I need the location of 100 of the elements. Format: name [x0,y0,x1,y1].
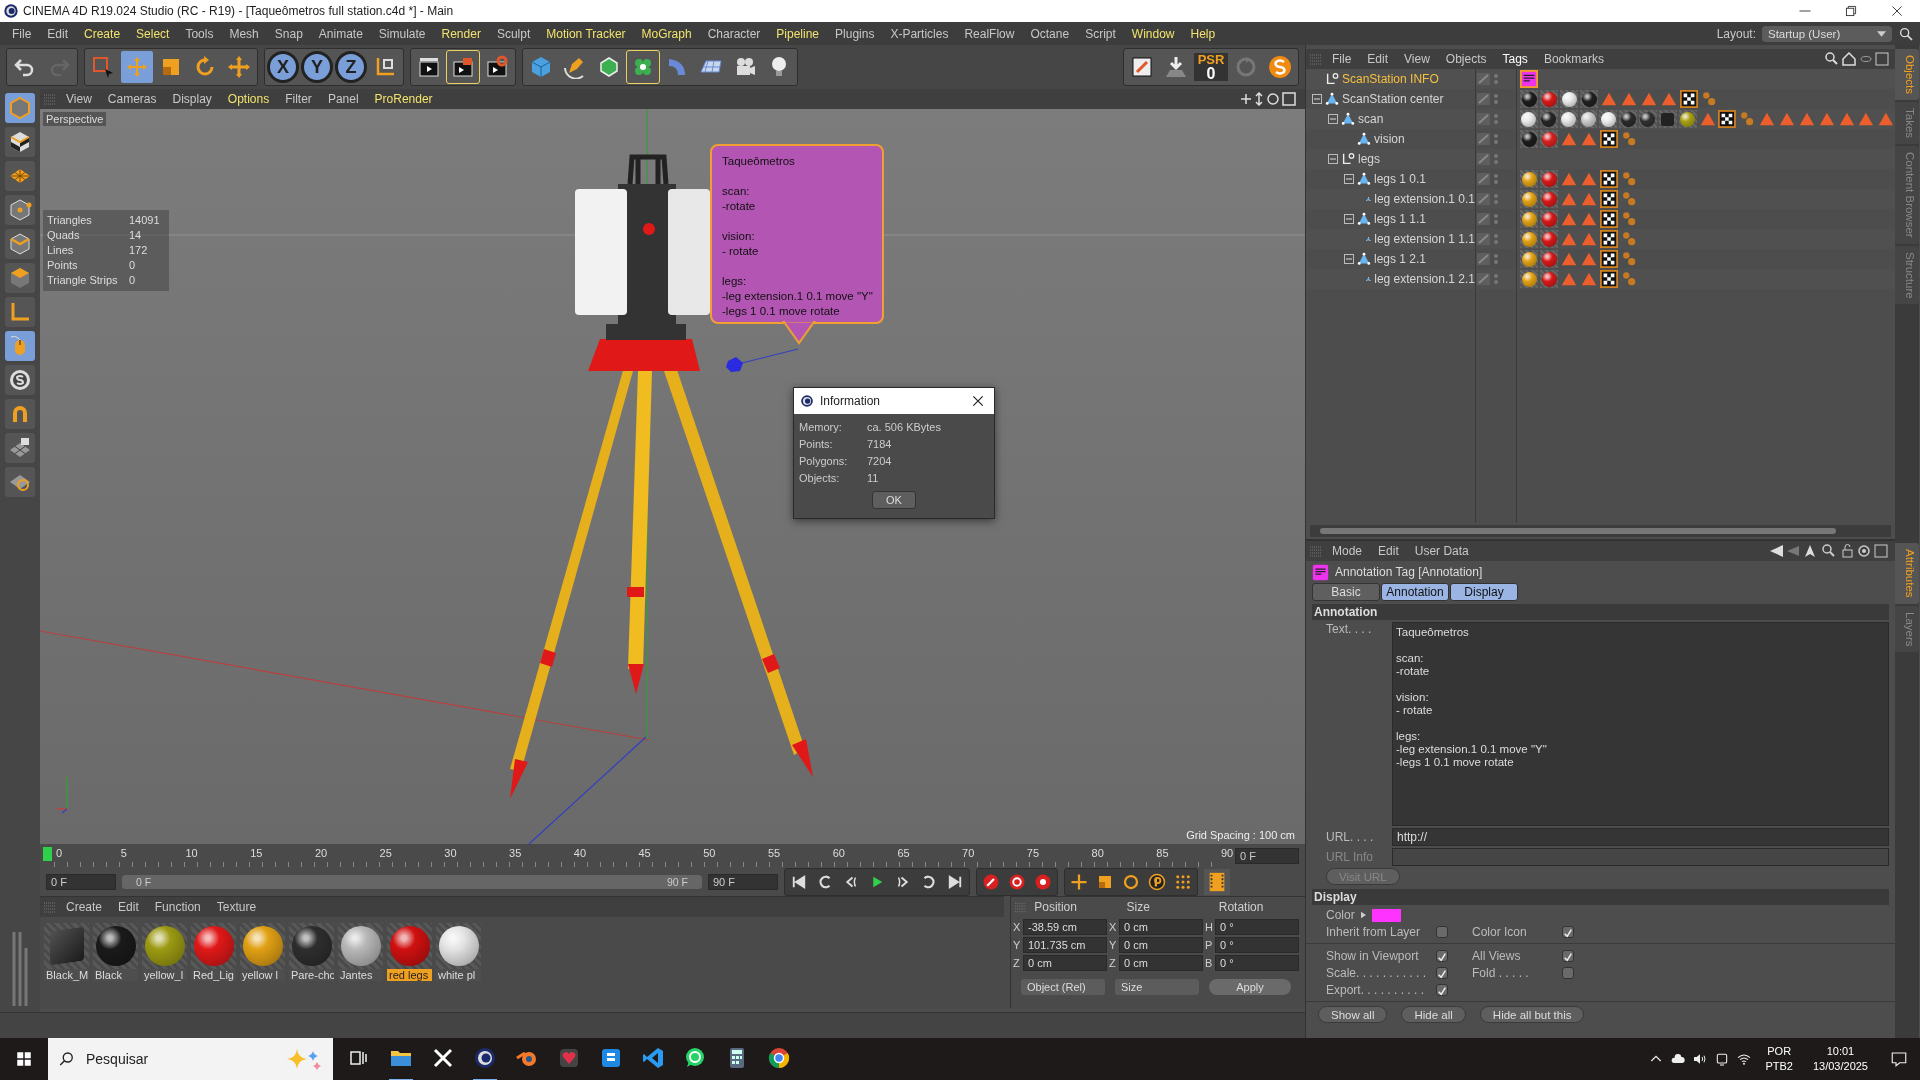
uvw-tag-icon[interactable] [1600,130,1618,148]
checkbox[interactable] [1436,950,1448,962]
attribute-tab[interactable]: Annotation [1381,583,1449,601]
uvw-tag-icon[interactable] [1600,210,1618,228]
position-field[interactable]: -38.59 cm [1023,919,1107,935]
selection-tag-icon[interactable] [1877,110,1895,128]
annotation-tag-icon[interactable] [1520,70,1538,88]
material-tag-icon[interactable] [1540,250,1558,268]
menu-item[interactable]: Select [128,26,178,41]
expand-toggle-icon[interactable] [1328,114,1338,124]
material-tag-icon[interactable] [1540,170,1558,188]
edges-mode-icon[interactable] [5,229,35,259]
menu-item[interactable]: ProRender [366,92,441,106]
selection-tag-icon[interactable] [1857,110,1876,128]
material-swatch[interactable]: Pare-chc [289,923,334,981]
menu-item[interactable]: Edit [1370,544,1407,558]
panel-grip-icon[interactable] [1310,545,1322,557]
menu-item[interactable]: Animate [310,26,371,41]
material-tag-icon[interactable] [1520,250,1538,268]
expand-toggle-icon[interactable] [1344,254,1354,264]
menu-item[interactable]: User Data [1406,544,1477,558]
menu-item[interactable]: Panel [319,92,367,106]
material-swatch[interactable]: yellow l [240,923,285,981]
menu-item[interactable]: Help [1182,26,1224,41]
rotation-field[interactable]: 0 ° [1215,937,1299,953]
material-tag-icon[interactable] [1580,90,1598,108]
panel-grip-icon[interactable] [1015,901,1027,913]
manager-tool-icons[interactable] [1825,52,1889,66]
menu-item[interactable]: Bookmarks [1535,52,1612,66]
handle-icon[interactable] [726,357,743,372]
selection-tag-icon[interactable] [1817,110,1836,128]
scrollbar-thumb[interactable] [1320,528,1837,534]
selection-tag-icon[interactable] [1777,110,1796,128]
points-mode-icon[interactable] [5,195,35,225]
search-field[interactable]: Pesquisar [48,1038,333,1080]
menu-item[interactable]: Mesh [221,26,267,41]
side-tab[interactable]: Objects [1895,49,1919,100]
checkbox[interactable] [1562,950,1574,962]
end-frame-field[interactable]: 90 F [708,874,778,890]
material-tag-icon[interactable] [1520,90,1538,108]
checkbox[interactable] [1436,967,1448,979]
menu-item[interactable]: Edit [39,26,77,41]
menu-item[interactable]: Options [219,92,278,106]
language-indicator[interactable]: POR [1767,1044,1792,1059]
menu-item[interactable]: RealFlow [956,26,1023,41]
object-name[interactable]: legs [1358,152,1380,166]
material-tag-icon[interactable] [1520,130,1538,148]
ok-button[interactable]: OK [872,491,916,509]
size-field[interactable]: 0 cm [1119,919,1203,935]
texture-mode-icon[interactable] [5,127,35,157]
material-tag-icon[interactable] [1520,210,1538,228]
search-icon[interactable] [1898,25,1914,42]
frame-range-slider[interactable]: 0 F 90 F [122,875,702,889]
menu-item[interactable]: Character [699,26,769,41]
material-tag-icon[interactable] [1540,90,1558,108]
material-swatch[interactable]: Red_Lig [191,923,236,981]
axis-lock-button[interactable]: X [267,51,299,83]
cloner-icon[interactable] [627,51,659,83]
start-icon[interactable] [15,1050,33,1068]
material-swatch[interactable]: Black [93,923,138,981]
checkbox[interactable] [1562,967,1574,979]
material-tag-icon[interactable] [1520,110,1538,128]
url-field[interactable]: http:// [1392,828,1889,846]
panel-grip-icon[interactable] [44,901,56,913]
apply-button[interactable]: Apply [1209,979,1291,995]
size-mode-dropdown[interactable]: Size [1115,979,1199,995]
menu-item[interactable]: Pipeline [768,26,828,41]
keyboard-indicator[interactable]: PTB2 [1765,1059,1793,1074]
menu-item[interactable]: Render [433,26,489,41]
menu-item[interactable]: Cameras [99,92,165,106]
position-field[interactable]: 0 cm [1023,955,1107,971]
material-tag-icon[interactable] [1599,110,1618,128]
panel-grip-icon[interactable] [44,93,56,105]
material-tag-icon[interactable] [1540,230,1558,248]
url-info-field[interactable] [1392,848,1889,866]
menu-item[interactable]: MoGraph [633,26,700,41]
current-frame-field[interactable]: 0 F [1235,848,1299,864]
material-swatch[interactable]: Black_M [44,923,89,981]
menu-item[interactable]: Create [58,900,111,914]
menu-item[interactable]: Snap [266,26,311,41]
axis-lock-button[interactable]: Y [301,51,333,83]
object-name[interactable]: leg extension 1 1.1 [1374,232,1475,246]
coordinate-mode-dropdown[interactable]: Object (Rel) [1021,979,1105,995]
size-field[interactable]: 0 cm [1119,955,1203,971]
rotation-field[interactable]: 0 ° [1215,919,1299,935]
checkbox[interactable] [1436,926,1448,938]
snap-grid-icon[interactable] [5,433,35,463]
visibility-button[interactable]: Hide all but this [1479,1006,1585,1023]
object-name[interactable]: legs 1 1.1 [1374,212,1427,226]
picture-viewer-icon[interactable] [447,51,479,83]
menu-item[interactable]: X-Particles [882,26,957,41]
wifi-icon[interactable] [1736,1051,1753,1067]
material-tag-icon[interactable] [1520,270,1538,288]
menu-item[interactable]: View [1396,52,1438,66]
material-tag-icon[interactable] [1639,110,1657,128]
start-frame-field[interactable]: 0 F [46,874,116,890]
uvw-tag-icon[interactable] [1680,90,1698,108]
menu-item[interactable]: Simulate [370,26,434,41]
rotation-field[interactable]: 0 ° [1215,955,1299,971]
material-tag-icon[interactable] [1540,210,1558,228]
